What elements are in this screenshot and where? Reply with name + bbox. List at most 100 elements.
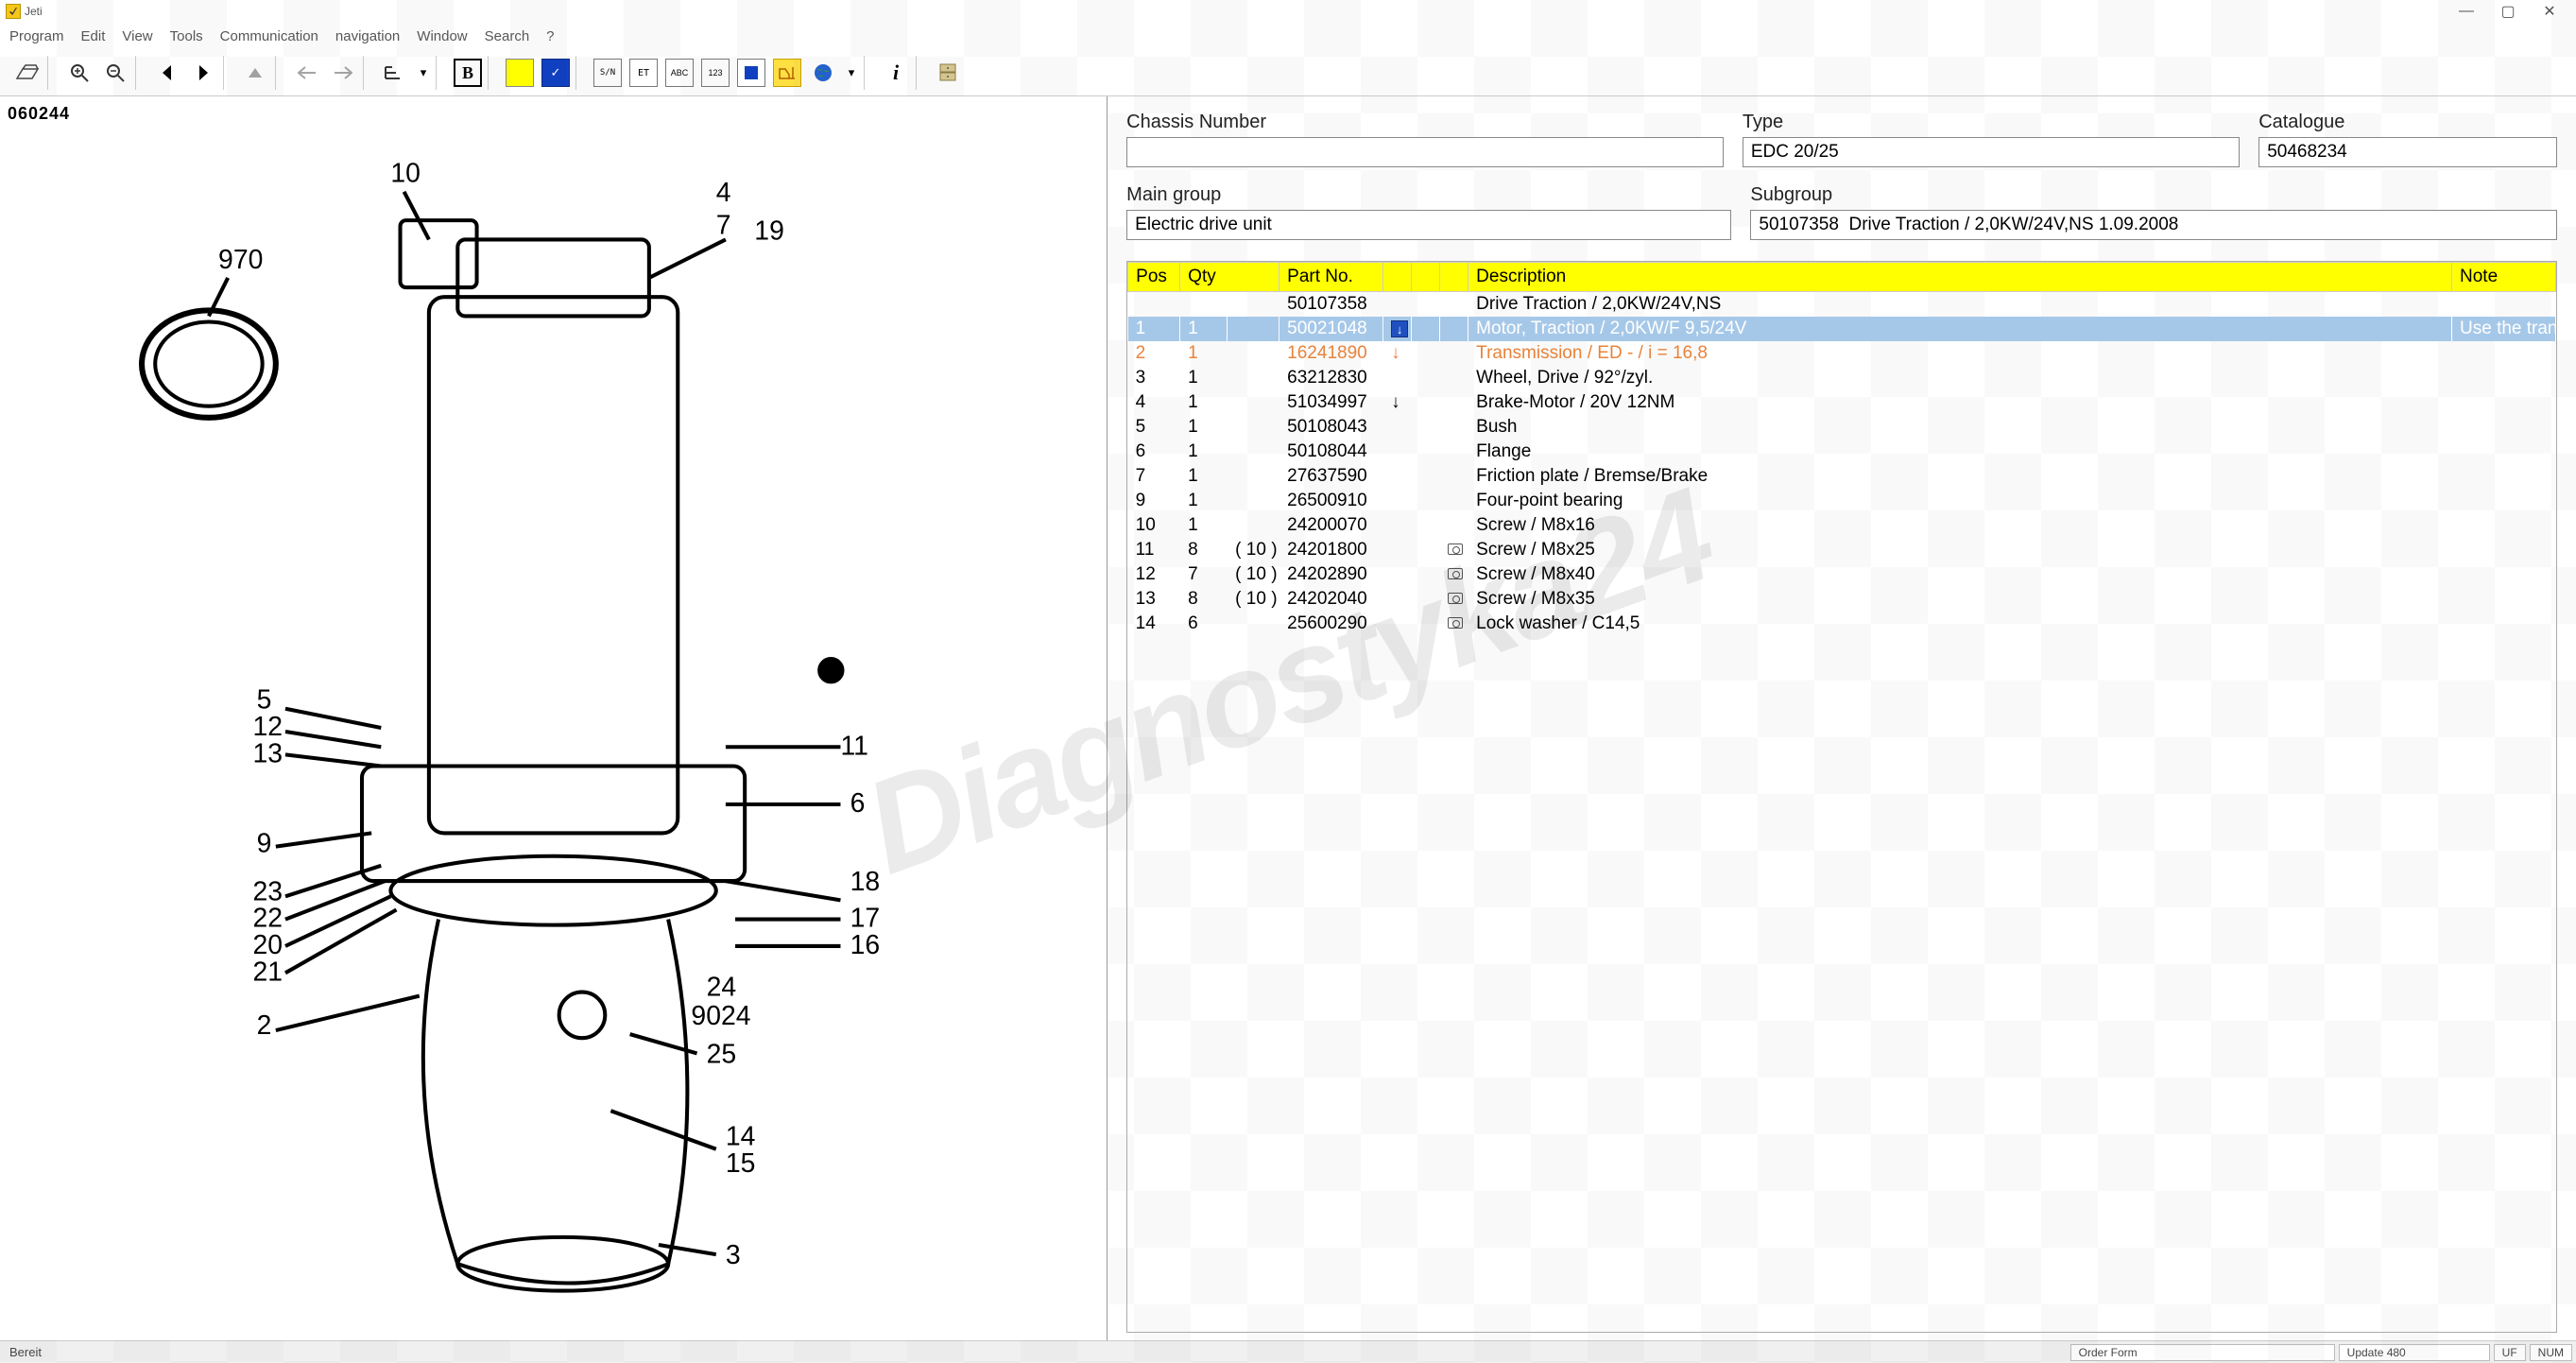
table-row[interactable]: 1150021048↓Motor, Traction / 2,0KW/F 9,5…	[1128, 317, 2556, 341]
cell-part: 24202890	[1279, 562, 1383, 587]
camera-icon[interactable]	[1448, 617, 1463, 629]
menu-window[interactable]: Window	[417, 28, 467, 44]
cell-desc: Wheel, Drive / 92°/zyl.	[1468, 366, 2452, 390]
table-row[interactable]: 9126500910Four-point bearing	[1128, 489, 2556, 513]
menu-program[interactable]: Program	[9, 28, 64, 44]
cell-cam	[1440, 489, 1468, 513]
menu-edit[interactable]: Edit	[81, 28, 106, 44]
globe-dropdown-icon[interactable]: ▾	[845, 59, 858, 87]
forward-icon[interactable]	[329, 59, 357, 87]
th-pos[interactable]: Pos	[1128, 263, 1180, 292]
cell-cam	[1440, 390, 1468, 415]
cell-qty2: ( 10 )	[1228, 562, 1279, 587]
globe-icon[interactable]	[809, 59, 837, 87]
tree-icon[interactable]	[381, 59, 409, 87]
maximize-button[interactable]: ▢	[2487, 1, 2529, 22]
cell-qty2: ( 10 )	[1228, 587, 1279, 612]
menu-communication[interactable]: Communication	[220, 28, 318, 44]
status-update: Update 480	[2339, 1344, 2490, 1361]
home-icon[interactable]	[13, 59, 42, 87]
status-ready: Bereit	[0, 1345, 51, 1359]
th-qty[interactable]: Qty	[1180, 263, 1279, 292]
table-row[interactable]: 118( 10 )24201800Screw / M8x25	[1128, 538, 2556, 562]
svg-text:6: 6	[850, 788, 866, 819]
num-icon[interactable]: 123	[701, 59, 730, 87]
catalogue-label: Catalogue	[2258, 112, 2557, 133]
forklift-icon[interactable]	[773, 59, 801, 87]
diagram-panel[interactable]: 060244 970	[0, 96, 1108, 1340]
table-row[interactable]: 3163212830Wheel, Drive / 92°/zyl.	[1128, 366, 2556, 390]
zoom-in-icon[interactable]	[65, 59, 94, 87]
cell-cam	[1440, 538, 1468, 562]
cell-pos: 9	[1128, 489, 1180, 513]
table-row[interactable]: 4151034997↓Brake-Motor / 20V 12NM	[1128, 390, 2556, 415]
bold-icon[interactable]: B	[454, 59, 482, 87]
abc-icon[interactable]: ABC	[665, 59, 694, 87]
cell-note	[2452, 562, 2556, 587]
zoom-out-icon[interactable]	[101, 59, 129, 87]
catalogue-input[interactable]	[2258, 137, 2557, 167]
prev-icon[interactable]	[153, 59, 181, 87]
status-orderform[interactable]: Order Form	[2070, 1344, 2335, 1361]
camera-icon[interactable]	[1448, 593, 1463, 604]
chassis-label: Chassis Number	[1126, 112, 1724, 133]
table-row[interactable]: 50107358Drive Traction / 2,0KW/24V,NS	[1128, 292, 2556, 318]
camera-icon[interactable]	[1448, 543, 1463, 555]
blue-check-icon[interactable]: ✓	[541, 59, 570, 87]
cell-qty2	[1228, 440, 1279, 464]
cell-pos: 3	[1128, 366, 1180, 390]
maingroup-input[interactable]	[1126, 210, 1731, 240]
cell-pos: 14	[1128, 612, 1180, 636]
menu-navigation[interactable]: navigation	[335, 28, 400, 44]
cell-arrow	[1383, 415, 1412, 440]
cell-note	[2452, 292, 2556, 318]
th-part[interactable]: Part No.	[1279, 263, 1383, 292]
parts-table[interactable]: Pos Qty Part No. Description Note 501073…	[1126, 261, 2557, 1333]
th-desc[interactable]: Description	[1468, 263, 2452, 292]
subgroup-input[interactable]	[1750, 210, 2557, 240]
sn-icon[interactable]: S/N	[593, 59, 622, 87]
close-button[interactable]: ✕	[2529, 1, 2570, 22]
cell-note	[2452, 513, 2556, 538]
cell-qty2	[1228, 513, 1279, 538]
menu-help[interactable]: ?	[546, 28, 554, 44]
info-icon[interactable]: i	[882, 59, 910, 87]
menu-search[interactable]: Search	[485, 28, 530, 44]
next-icon[interactable]	[189, 59, 217, 87]
tree-dropdown-icon[interactable]: ▾	[417, 59, 430, 87]
table-header-row: Pos Qty Part No. Description Note	[1128, 263, 2556, 292]
back-icon[interactable]	[293, 59, 321, 87]
expand-icon[interactable]: ↓	[1391, 392, 1400, 412]
cell-qty: 8	[1180, 587, 1228, 612]
titlebar: Jeti — ▢ ✕	[0, 0, 2576, 23]
cell-arrow: ↓	[1383, 341, 1412, 366]
expand-icon[interactable]: ↓	[1391, 343, 1400, 363]
window-title: Jeti	[25, 5, 43, 18]
table-row[interactable]: 2116241890↓Transmission / ED - / i = 16,…	[1128, 341, 2556, 366]
type-input[interactable]	[1743, 137, 2240, 167]
expand-icon[interactable]: ↓	[1391, 320, 1408, 337]
cabinet-icon[interactable]	[934, 59, 962, 87]
table-row[interactable]: 10124200070Screw / M8x16	[1128, 513, 2556, 538]
camera-icon[interactable]	[1448, 568, 1463, 579]
yellow-marker-icon[interactable]	[506, 59, 534, 87]
menu-view[interactable]: View	[122, 28, 152, 44]
up-icon[interactable]	[241, 59, 269, 87]
cell-cam	[1440, 292, 1468, 318]
menu-tools[interactable]: Tools	[170, 28, 203, 44]
table-row[interactable]: 5150108043Bush	[1128, 415, 2556, 440]
cell-qty2	[1228, 612, 1279, 636]
th-note[interactable]: Note	[2452, 263, 2556, 292]
date-icon[interactable]	[737, 59, 765, 87]
maingroup-label: Main group	[1126, 184, 1731, 206]
et-icon[interactable]: ET	[629, 59, 658, 87]
cell-arrow	[1383, 464, 1412, 489]
chassis-input[interactable]	[1126, 137, 1724, 167]
cell-part: 50108043	[1279, 415, 1383, 440]
table-row[interactable]: 127( 10 )24202890Screw / M8x40	[1128, 562, 2556, 587]
table-row[interactable]: 138( 10 )24202040Screw / M8x35	[1128, 587, 2556, 612]
table-row[interactable]: 6150108044Flange	[1128, 440, 2556, 464]
table-row[interactable]: 7127637590Friction plate / Bremse/Brake	[1128, 464, 2556, 489]
table-row[interactable]: 14625600290Lock washer / C14,5	[1128, 612, 2556, 636]
minimize-button[interactable]: —	[2446, 1, 2487, 22]
